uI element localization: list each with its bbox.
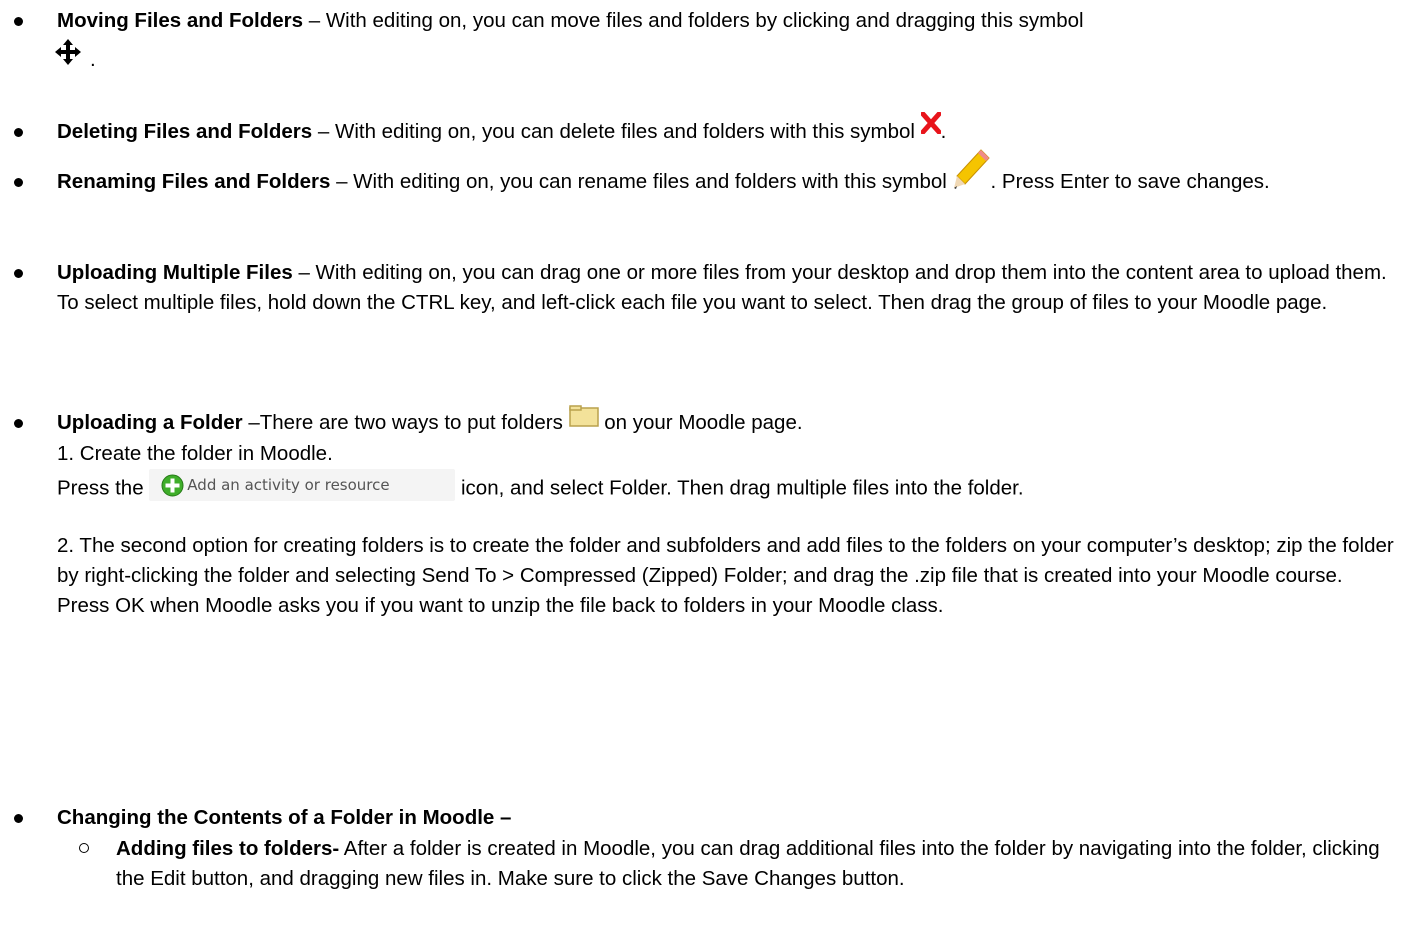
item-text: –There are two ways to put folders [242, 411, 569, 434]
open-bullet [79, 843, 89, 853]
item-text: – With editing on, you can rename files … [330, 170, 953, 193]
pencil-icon [953, 148, 991, 198]
item-title: Changing the Contents of a Folder in Moo… [57, 806, 512, 829]
list-item-renaming: Renaming Files and Folders – With editin… [14, 148, 1399, 198]
red-x-icon [919, 110, 943, 143]
add-activity-label: Add an activity or resource [187, 476, 390, 495]
step-1: 1. Create the folder in Moodle. [57, 442, 333, 466]
item-title: Moving Files and Folders [57, 9, 304, 32]
step-2: 2. The second option for creating folder… [57, 534, 1394, 618]
list-item-uploading-multiple: Uploading Multiple Files – With editing … [14, 258, 1399, 318]
after-button-text: icon, and select Folder. Then drag multi… [455, 476, 1024, 500]
item-text-2: . Press Enter to save changes. [990, 170, 1270, 193]
item-text: – With editing on, you can delete files … [312, 120, 921, 143]
bullet [14, 128, 23, 137]
bullet [14, 269, 23, 278]
item-title: Uploading a Folder [57, 411, 243, 434]
sub-list-item-adding-files: Adding files to folders- After a folder … [79, 834, 1399, 894]
list-item-moving: Moving Files and Folders – With editing … [14, 6, 1399, 71]
item-text: – With editing on, you can move files an… [303, 9, 1084, 32]
list-item-uploading-folder: Uploading a Folder –There are two ways t… [14, 405, 1399, 621]
document-page: Moving Files and Folders – With editing … [0, 0, 1411, 936]
bullet [14, 17, 23, 26]
green-plus-icon [161, 474, 184, 497]
bullet [14, 419, 23, 428]
bullet [14, 178, 23, 187]
add-activity-button-image: Add an activity or resource [149, 469, 456, 502]
move-arrows-icon [54, 38, 82, 75]
item-title: Uploading Multiple Files [57, 261, 293, 284]
period: . [90, 48, 96, 71]
list-item-deleting: Deleting Files and Folders – With editin… [14, 110, 1399, 148]
folder-icon [568, 405, 599, 436]
item-title: Renaming Files and Folders [57, 170, 331, 193]
item-title: Deleting Files and Folders [57, 120, 313, 143]
list-item-changing-contents: Changing the Contents of a Folder in Moo… [14, 803, 1399, 833]
sub-item-title: Adding files to folders- [116, 837, 340, 860]
press-the-text: Press the [57, 476, 150, 500]
item-text-2: on your Moodle page. [598, 411, 803, 434]
bullet [14, 814, 23, 823]
